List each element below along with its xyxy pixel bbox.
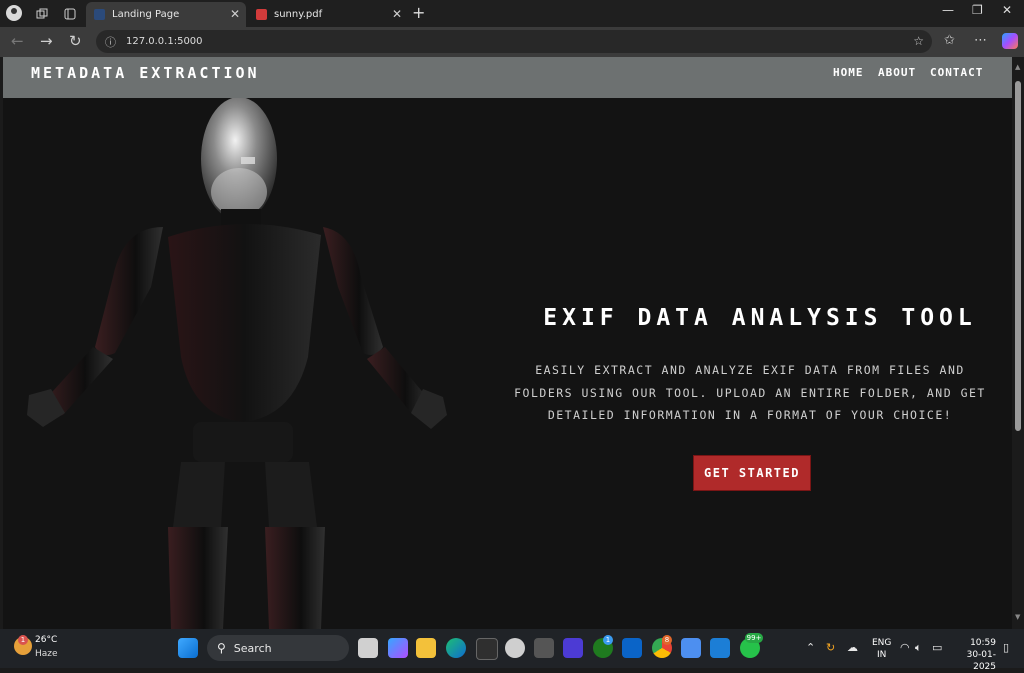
- show-hidden-icons[interactable]: ⌃: [806, 641, 815, 654]
- get-started-button[interactable]: GET STARTED: [693, 455, 811, 491]
- wifi-icon[interactable]: ◠: [900, 641, 910, 654]
- hero-description: Easily extract and analyze EXIF data fro…: [514, 363, 986, 422]
- start-icon[interactable]: [178, 638, 198, 658]
- whatsapp-badge: 99+: [745, 633, 763, 643]
- address-text[interactable]: 127.0.0.1:5000: [126, 36, 203, 47]
- search-icon: ⚲: [217, 641, 226, 655]
- restore-icon[interactable]: ❐: [972, 3, 983, 17]
- address-bar[interactable]: ⓘ 127.0.0.1:5000 ☆: [96, 30, 932, 53]
- tab-title: Landing Page: [112, 9, 180, 20]
- copilot-icon[interactable]: [1002, 33, 1018, 49]
- back-icon[interactable]: ←: [11, 32, 24, 50]
- terminal-icon[interactable]: [534, 638, 554, 658]
- weather-condition[interactable]: Haze: [35, 649, 58, 659]
- more-options-icon[interactable]: ⋯: [974, 33, 987, 48]
- refresh-icon[interactable]: ↻: [69, 32, 82, 50]
- tab-landing-page[interactable]: Landing Page ✕: [86, 2, 246, 27]
- notepad-icon[interactable]: [681, 638, 701, 658]
- robot-illustration: [27, 97, 447, 629]
- favorite-star-icon[interactable]: ☆: [913, 34, 924, 48]
- nav-contact-link[interactable]: CONTACT: [930, 66, 983, 79]
- copilot-app-icon[interactable]: [388, 638, 408, 658]
- taskbar-search[interactable]: ⚲ Search: [207, 635, 349, 661]
- outlook-icon[interactable]: [622, 638, 642, 658]
- new-tab-icon[interactable]: +: [412, 3, 425, 22]
- page-favicon-icon: [94, 9, 105, 20]
- favorites-icon[interactable]: ✩: [944, 33, 955, 48]
- web-page: METADATA EXTRACTION HOME ABOUT CONTACT E…: [3, 57, 1012, 629]
- file-explorer-icon[interactable]: [416, 638, 436, 658]
- browser-tab-strip: Landing Page ✕ sunny.pdf ✕ + — ❐ ✕: [0, 0, 1024, 27]
- hero-title: EXIF DATA ANALYSIS TOOL: [543, 305, 977, 331]
- app-icon[interactable]: [505, 638, 525, 658]
- volume-icon[interactable]: 🔈︎: [915, 641, 922, 655]
- app-m-icon[interactable]: [563, 638, 583, 658]
- minimize-icon[interactable]: —: [942, 3, 954, 17]
- clock-date: 30-01-2025: [966, 650, 996, 672]
- site-brand[interactable]: METADATA EXTRACTION: [31, 64, 260, 82]
- pdf-favicon-icon: [256, 9, 267, 20]
- profile-icon[interactable]: [6, 5, 22, 21]
- site-navbar: METADATA EXTRACTION HOME ABOUT CONTACT: [3, 57, 1012, 98]
- windows-taskbar: 1 26°C Haze ⚲ Search 1 8 99+ ⌃ ↻ ☁ ENG I…: [0, 629, 1024, 672]
- nav-about-link[interactable]: ABOUT: [878, 66, 916, 79]
- page-scrollbar[interactable]: ▲ ▼: [1012, 57, 1024, 629]
- language-region: IN: [877, 650, 887, 660]
- clock-time: 10:59: [970, 638, 996, 648]
- forward-icon[interactable]: →: [40, 32, 53, 50]
- tab-title: sunny.pdf: [274, 9, 323, 20]
- store-icon[interactable]: [476, 638, 498, 660]
- notifications-icon[interactable]: ▯: [1003, 641, 1009, 654]
- scroll-up-icon[interactable]: ▲: [1015, 63, 1020, 71]
- tab-sunny-pdf[interactable]: sunny.pdf ✕: [248, 2, 408, 27]
- language-indicator[interactable]: ENG IN: [872, 637, 891, 661]
- edge-icon[interactable]: [446, 638, 466, 658]
- nav-home-link[interactable]: HOME: [833, 66, 864, 79]
- workspaces-icon[interactable]: [32, 4, 52, 24]
- browser-toolbar: ← → ↻ ⓘ 127.0.0.1:5000 ☆ ✩ ⋯: [0, 27, 1024, 57]
- search-label: Search: [233, 641, 272, 655]
- close-tab-icon[interactable]: ✕: [230, 7, 240, 21]
- close-window-icon[interactable]: ✕: [1002, 3, 1012, 17]
- task-view-icon[interactable]: [358, 638, 378, 658]
- site-info-icon[interactable]: ⓘ: [105, 34, 116, 50]
- sync-icon[interactable]: ↻: [826, 641, 835, 654]
- close-tab-icon[interactable]: ✕: [392, 7, 402, 21]
- onedrive-icon[interactable]: ☁: [847, 641, 858, 654]
- language-code: ENG: [872, 638, 892, 648]
- battery-icon[interactable]: ▭: [932, 641, 942, 654]
- weather-temp[interactable]: 26°C: [35, 635, 57, 645]
- xbox-badge: 1: [603, 635, 613, 645]
- scroll-down-icon[interactable]: ▼: [1015, 613, 1020, 621]
- weather-badge: 1: [18, 635, 28, 645]
- chrome-badge: 8: [662, 635, 672, 645]
- vscode-icon[interactable]: [710, 638, 730, 658]
- scrollbar-thumb[interactable]: [1015, 81, 1021, 431]
- tab-actions-icon[interactable]: [60, 4, 80, 24]
